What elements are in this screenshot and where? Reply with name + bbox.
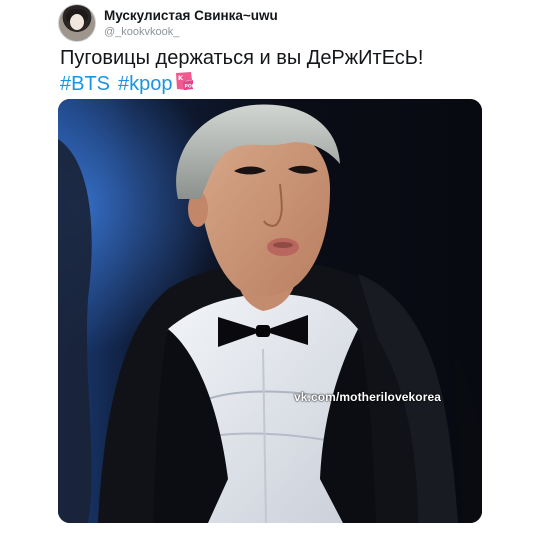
avatar[interactable]	[58, 4, 96, 42]
svg-text:POP: POP	[184, 84, 194, 90]
image-watermark: vk.com/motherilovekorea	[294, 390, 442, 404]
kpop-badge-icon: K POP	[174, 71, 195, 91]
tweet-header: Мускулистая Свинка~uwu @_kookvkook_	[58, 4, 278, 42]
hashtag-bts[interactable]: #BTS	[60, 72, 110, 96]
tweet-media-image[interactable]: vk.com/motherilovekorea	[58, 99, 482, 523]
author-handle[interactable]: @_kookvkook_	[104, 25, 278, 39]
author-names: Мускулистая Свинка~uwu @_kookvkook_	[104, 7, 278, 39]
photo-illustration	[58, 99, 482, 523]
tweet: Мускулистая Свинка~uwu @_kookvkook_ Пуго…	[0, 0, 540, 540]
author-display-name[interactable]: Мускулистая Свинка~uwu	[104, 7, 278, 24]
hashtag-kpop[interactable]: #kpop	[118, 72, 173, 96]
tweet-hashtags: #BTS #kpop K POP	[60, 71, 195, 96]
avatar-face	[70, 14, 84, 30]
tweet-text: Пуговицы держаться и вы ДеРжИтЕсЬ!	[60, 47, 424, 69]
